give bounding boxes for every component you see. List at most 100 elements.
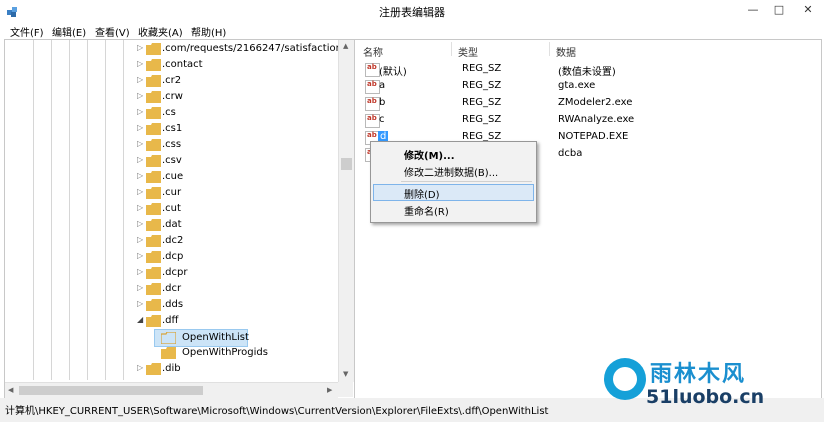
menu-help[interactable]: 帮助(H) <box>191 24 226 39</box>
expand-arrow-icon[interactable]: ▷ <box>137 43 143 52</box>
tree-item-label: .dcpr <box>162 267 188 278</box>
tree-item[interactable]: ▷ .csv <box>136 153 336 169</box>
value-row[interactable]: ab a REG_SZ gta.exe <box>357 78 817 95</box>
expand-arrow-icon[interactable]: ▷ <box>137 155 143 164</box>
tree-item[interactable]: ▷ .dcp <box>136 249 336 265</box>
column-divider[interactable] <box>549 42 550 56</box>
folder-icon <box>146 91 161 103</box>
expand-arrow-icon[interactable]: ▷ <box>137 91 143 100</box>
tree-item[interactable]: ▷ .cs1 <box>136 121 336 137</box>
tree-item-openwithprogids[interactable]: OpenWithProgids <box>154 345 334 361</box>
scroll-right-icon[interactable]: ▶ <box>327 386 332 394</box>
folder-icon <box>146 267 161 279</box>
folder-icon <box>146 59 161 71</box>
tree-item[interactable]: ▷ .contact <box>136 57 336 73</box>
value-data: dcba <box>558 148 583 159</box>
tree-item[interactable]: ▷ .dcr <box>136 281 336 297</box>
value-type: REG_SZ <box>462 80 502 91</box>
tree-item-label: OpenWithProgids <box>182 347 268 358</box>
scroll-down-icon[interactable]: ▼ <box>343 370 348 378</box>
tree-item[interactable]: ▷ .cr2 <box>136 73 336 89</box>
tree-item[interactable]: ▷ .cur <box>136 185 336 201</box>
context-menu-modify-binary[interactable]: 修改二进制数据(B)... <box>373 162 534 179</box>
folder-icon <box>146 203 161 215</box>
tree-item-dff[interactable]: ◢ .dff <box>136 313 336 329</box>
folder-open-icon <box>146 315 161 327</box>
column-header-data[interactable]: 数据 <box>556 44 576 59</box>
expand-arrow-icon[interactable]: ▷ <box>137 363 143 372</box>
tree-item[interactable]: ▷ .dib <box>136 361 336 377</box>
context-menu-modify[interactable]: 修改(M)... <box>373 145 534 162</box>
tree-item[interactable]: ▷ .dcpr <box>136 265 336 281</box>
expand-arrow-icon[interactable]: ▷ <box>137 187 143 196</box>
tree-vertical-scrollbar[interactable]: ▲ ▼ <box>338 40 354 382</box>
menu-view[interactable]: 查看(V) <box>95 24 130 39</box>
close-button[interactable]: ✕ <box>794 2 822 18</box>
value-type: REG_SZ <box>462 97 502 108</box>
context-menu-delete[interactable]: 删除(D) <box>373 184 534 201</box>
collapse-arrow-icon[interactable]: ◢ <box>137 315 143 324</box>
string-value-icon: ab <box>365 63 380 77</box>
menu-file[interactable]: 文件(F) <box>10 24 44 39</box>
tree-item[interactable]: ▷ .dds <box>136 297 336 313</box>
watermark-logo-icon <box>604 358 646 400</box>
tree-item-label: .dat <box>162 219 182 230</box>
expand-arrow-icon[interactable]: ▷ <box>137 299 143 308</box>
title-bar: 注册表编辑器 — □ ✕ <box>0 0 824 22</box>
watermark-url: 51luobo.cn <box>646 386 765 408</box>
expand-arrow-icon[interactable]: ▷ <box>137 107 143 116</box>
tree-item[interactable]: ▷ .css <box>136 137 336 153</box>
tree-item[interactable]: ▷ .dc2 <box>136 233 336 249</box>
folder-icon <box>161 347 176 359</box>
menu-favorites[interactable]: 收藏夹(A) <box>138 24 183 39</box>
expand-arrow-icon[interactable]: ▷ <box>137 123 143 132</box>
tree-item-label: .cur <box>162 187 182 198</box>
folder-icon <box>146 283 161 295</box>
folder-icon <box>146 139 161 151</box>
tree-item[interactable]: ▷ .cut <box>136 201 336 217</box>
context-menu-rename[interactable]: 重命名(R) <box>373 201 534 218</box>
expand-arrow-icon[interactable]: ▷ <box>137 75 143 84</box>
expand-arrow-icon[interactable]: ▷ <box>137 171 143 180</box>
column-header-name[interactable]: 名称 <box>363 44 383 59</box>
tree-item-label: .cs <box>162 107 176 118</box>
expand-arrow-icon[interactable]: ▷ <box>137 251 143 260</box>
expand-arrow-icon[interactable]: ▷ <box>137 267 143 276</box>
scroll-thumb[interactable] <box>341 158 352 170</box>
value-row[interactable]: ab b REG_SZ ZModeler2.exe <box>357 95 817 112</box>
folder-open-icon <box>161 332 176 344</box>
expand-arrow-icon[interactable]: ▷ <box>137 203 143 212</box>
expand-arrow-icon[interactable]: ▷ <box>137 59 143 68</box>
status-path: 计算机\HKEY_CURRENT_USER\Software\Microsoft… <box>5 406 549 417</box>
column-divider[interactable] <box>451 42 452 56</box>
expand-arrow-icon[interactable]: ▷ <box>137 139 143 148</box>
tree-item-label: .crw <box>162 91 183 102</box>
expand-arrow-icon[interactable]: ▷ <box>137 283 143 292</box>
tree-item[interactable]: ▷ .dat <box>136 217 336 233</box>
folder-icon <box>146 43 161 55</box>
tree-item-label: .dff <box>162 315 179 326</box>
menu-item-label: 删除(D) <box>404 190 440 201</box>
value-row[interactable]: ab c REG_SZ RWAnalyze.exe <box>357 112 817 129</box>
value-data: RWAnalyze.exe <box>558 114 635 125</box>
value-data: NOTEPAD.EXE <box>558 131 629 142</box>
tree-item[interactable]: ▷ .com/requests/2166247/satisfaction/r <box>136 41 349 57</box>
tree-item[interactable]: ▷ .crw <box>136 89 336 105</box>
value-row[interactable]: ab (默认) REG_SZ (数值未设置) <box>357 61 817 78</box>
expand-arrow-icon[interactable]: ▷ <box>137 235 143 244</box>
scroll-left-icon[interactable]: ◀ <box>8 386 13 394</box>
scroll-thumb[interactable] <box>19 386 203 395</box>
tree-item[interactable]: ▷ .cs <box>136 105 336 121</box>
value-data: gta.exe <box>558 80 596 91</box>
column-header-type[interactable]: 类型 <box>458 44 478 59</box>
scrollbar-corner <box>338 382 353 397</box>
folder-icon <box>146 235 161 247</box>
minimize-button[interactable]: — <box>742 2 764 18</box>
scroll-up-icon[interactable]: ▲ <box>343 42 348 50</box>
tree-horizontal-scrollbar[interactable]: ◀ ▶ <box>5 382 338 398</box>
expand-arrow-icon[interactable]: ▷ <box>137 219 143 228</box>
maximize-button[interactable]: □ <box>768 2 790 18</box>
tree-item[interactable]: ▷ .cue <box>136 169 336 185</box>
folder-icon <box>146 219 161 231</box>
menu-edit[interactable]: 编辑(E) <box>52 24 86 39</box>
